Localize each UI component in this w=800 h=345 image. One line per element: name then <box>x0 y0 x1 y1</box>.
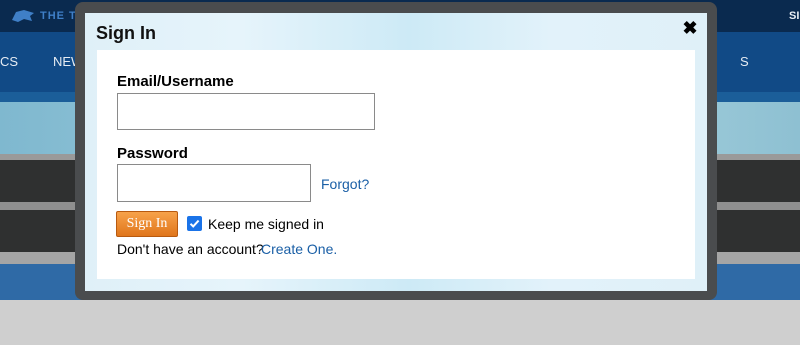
no-account-text: Don't have an account? <box>117 241 264 257</box>
nav-item[interactable]: S <box>740 54 749 69</box>
signin-form: Email/Username Password Forgot? Sign In … <box>97 50 695 279</box>
modal-title: Sign In <box>96 23 156 43</box>
signin-modal: Sign In ✖ Email/Username Password Forgot… <box>85 13 707 291</box>
nav-item[interactable]: CS <box>0 54 18 69</box>
signin-button[interactable]: Sign In <box>116 211 178 237</box>
page-footer-area <box>0 300 800 345</box>
email-label: Email/Username <box>117 73 234 90</box>
close-icon[interactable]: ✖ <box>681 19 699 37</box>
site-logo-icon[interactable] <box>10 8 36 24</box>
checkmark-icon <box>189 219 200 228</box>
email-input[interactable] <box>117 93 375 130</box>
keep-signed-in-label[interactable]: Keep me signed in <box>208 216 324 232</box>
password-input[interactable] <box>117 164 311 202</box>
keep-signed-in-checkbox[interactable] <box>187 216 202 231</box>
forgot-password-link[interactable]: Forgot? <box>321 176 369 192</box>
header-signin-link[interactable]: SI <box>789 10 799 22</box>
password-label: Password <box>117 145 188 162</box>
create-account-link[interactable]: Create One. <box>261 241 337 257</box>
